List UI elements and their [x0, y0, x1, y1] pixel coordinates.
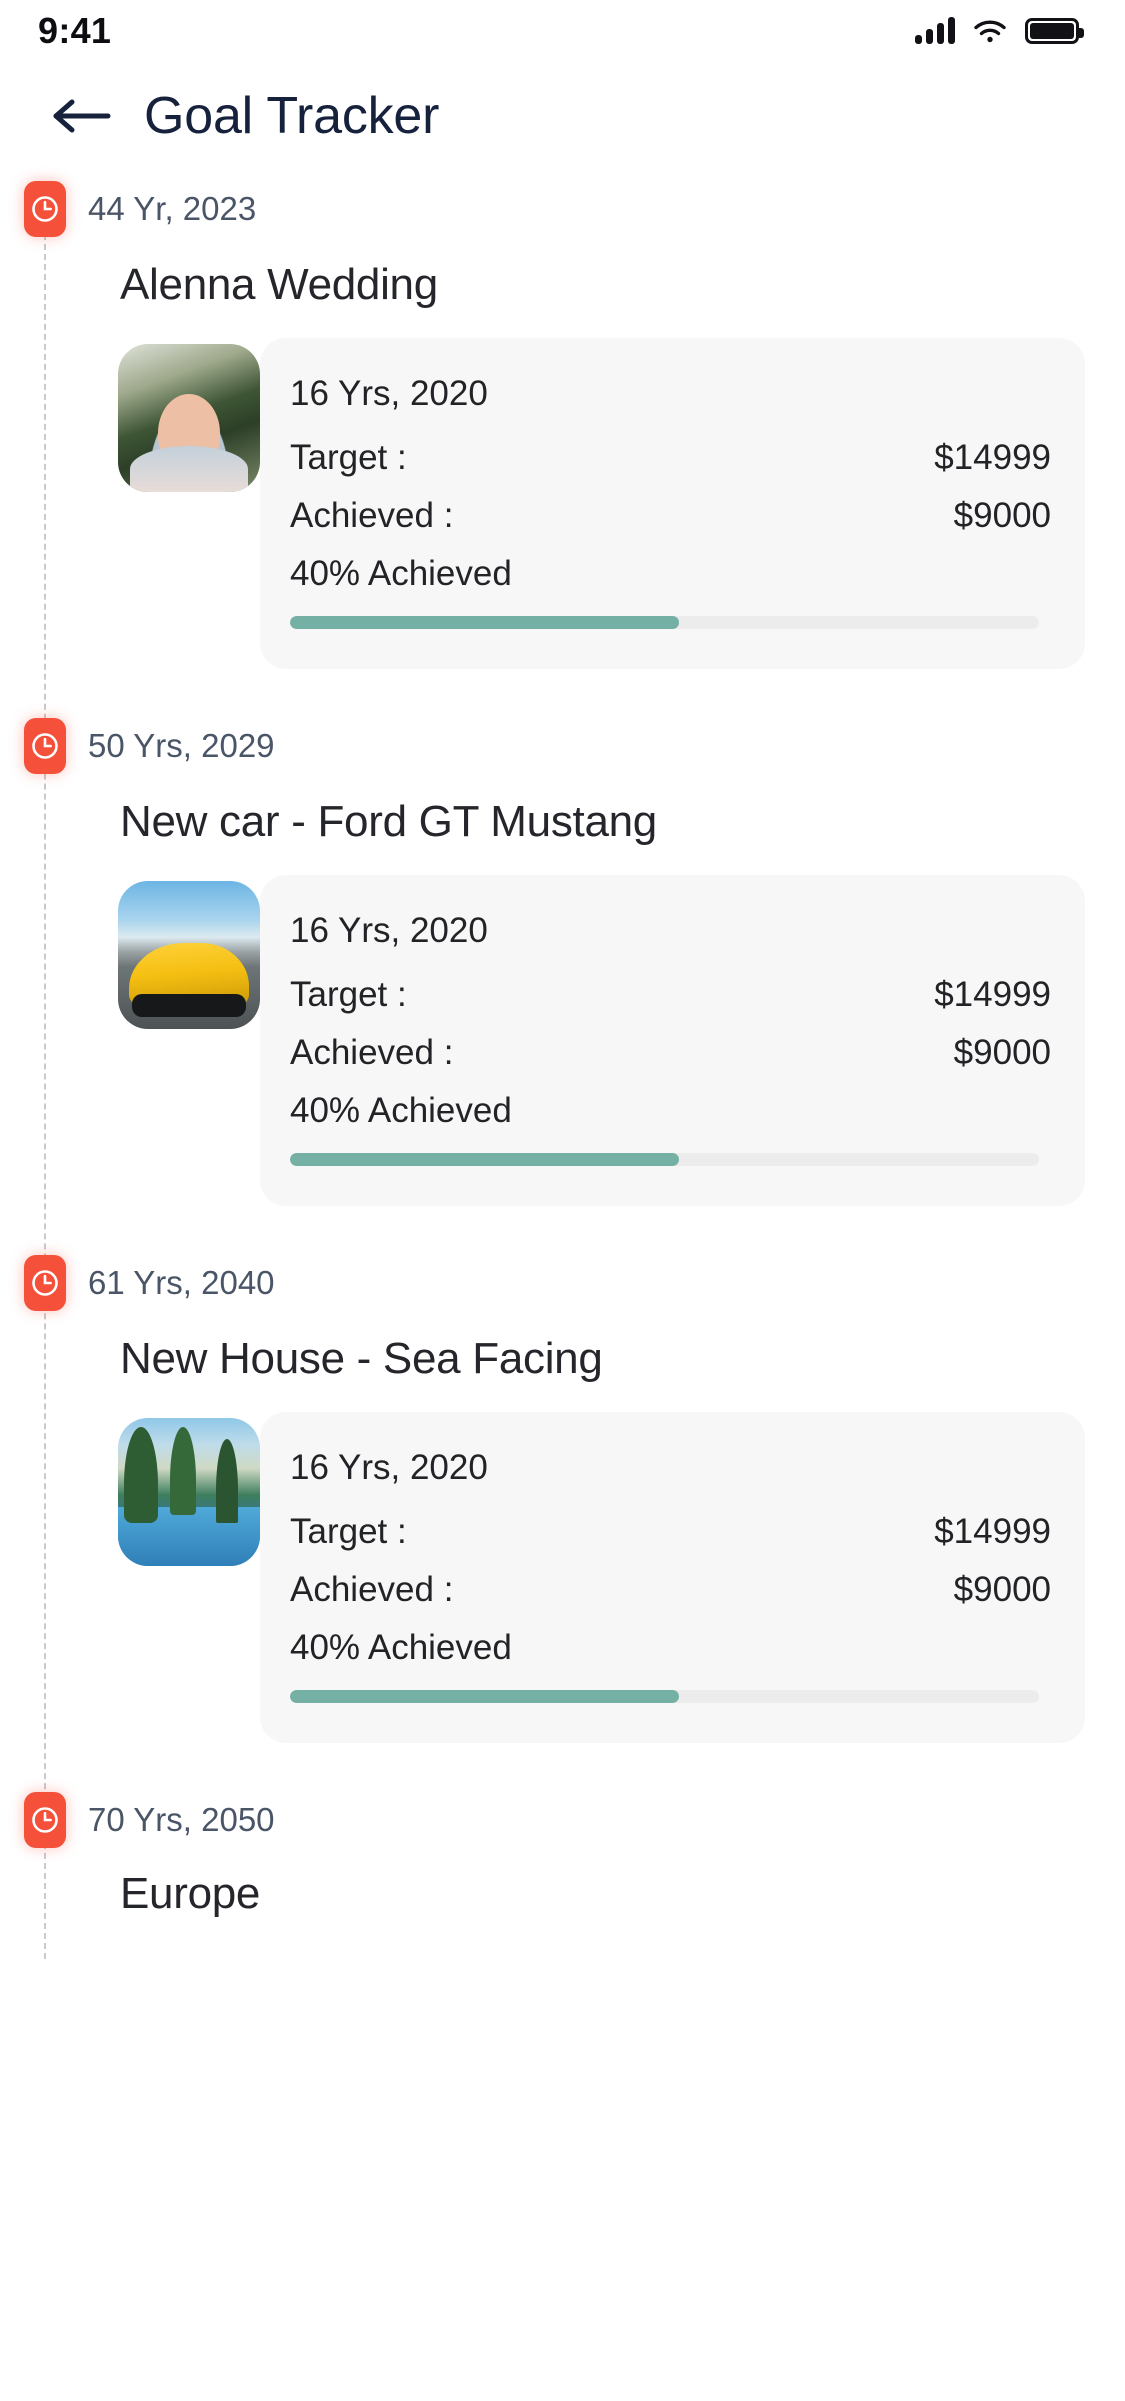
goal-card-row: 16 Yrs, 2020 Target : $14999 Achieved : … — [0, 338, 1125, 669]
achieved-value: $9000 — [953, 1033, 1051, 1072]
goal-card[interactable]: 16 Yrs, 2020 Target : $14999 Achieved : … — [260, 1412, 1085, 1743]
entry-date: 44 Yr, 2023 — [88, 190, 257, 227]
entry-date: 50 Yrs, 2029 — [88, 727, 275, 764]
goal-card[interactable]: 16 Yrs, 2020 Target : $14999 Achieved : … — [260, 875, 1085, 1206]
percent-achieved-label: 40% Achieved — [290, 1628, 512, 1667]
status-icons — [915, 17, 1084, 44]
entry-date: 70 Yrs, 2050 — [88, 1801, 275, 1838]
target-value: $14999 — [934, 1512, 1051, 1551]
timeline-entry-header: 61 Yrs, 2040 — [0, 1252, 1125, 1314]
yellow-sports-car-photo — [118, 881, 260, 1029]
progress-bar-fill — [290, 1153, 680, 1166]
progress-bar — [290, 616, 1039, 629]
achieved-value: $9000 — [953, 496, 1051, 535]
percent-achieved-label: 40% Achieved — [290, 1091, 512, 1130]
goal-card-row: 16 Yrs, 2020 Target : $14999 Achieved : … — [0, 1412, 1125, 1743]
clock-icon[interactable] — [24, 181, 66, 237]
entry-title: Alenna Wedding — [120, 260, 438, 309]
achieved-label: Achieved : — [290, 1570, 454, 1609]
timeline-entry[interactable]: 70 Yrs, 2050 Europe — [0, 1789, 1125, 1919]
target-row: Target : $14999 — [290, 975, 1051, 1015]
timeline-entry[interactable]: 61 Yrs, 2040 New House - Sea Facing 16 Y… — [0, 1252, 1125, 1743]
entry-title: Europe — [120, 1869, 261, 1918]
target-row: Target : $14999 — [290, 438, 1051, 478]
target-row: Target : $14999 — [290, 1512, 1051, 1552]
target-label: Target : — [290, 975, 407, 1014]
page-title: Goal Tracker — [144, 87, 440, 145]
battery-icon — [1025, 18, 1084, 44]
timeline-entry[interactable]: 50 Yrs, 2029 New car - Ford GT Mustang 1… — [0, 715, 1125, 1206]
achieved-value: $9000 — [953, 1570, 1051, 1609]
entry-title: New House - Sea Facing — [120, 1334, 603, 1383]
achieved-label: Achieved : — [290, 496, 454, 535]
clock-icon[interactable] — [24, 1255, 66, 1311]
progress-bar-fill — [290, 616, 680, 629]
palm-pool-resort-photo — [118, 1418, 260, 1566]
target-label: Target : — [290, 438, 407, 477]
target-value: $14999 — [934, 975, 1051, 1014]
timeline-entry-header: 44 Yr, 2023 — [0, 178, 1125, 240]
timeline-entry-header: 50 Yrs, 2029 — [0, 715, 1125, 777]
goal-card-date: 16 Yrs, 2020 — [290, 911, 488, 950]
goal-card-row: 16 Yrs, 2020 Target : $14999 Achieved : … — [0, 875, 1125, 1206]
target-label: Target : — [290, 1512, 407, 1551]
achieved-row: Achieved : $9000 — [290, 1570, 1051, 1610]
progress-bar — [290, 1153, 1039, 1166]
page-header: Goal Tracker — [0, 62, 1125, 170]
achieved-row: Achieved : $9000 — [290, 1033, 1051, 1073]
percent-achieved-label: 40% Achieved — [290, 554, 512, 593]
goal-timeline: 44 Yr, 2023 Alenna Wedding 16 Yrs, 2020 … — [0, 170, 1125, 1959]
goal-card-date: 16 Yrs, 2020 — [290, 1448, 488, 1487]
achieved-row: Achieved : $9000 — [290, 496, 1051, 536]
timeline-entry[interactable]: 44 Yr, 2023 Alenna Wedding 16 Yrs, 2020 … — [0, 178, 1125, 669]
status-bar: 9:41 — [0, 0, 1125, 62]
goal-card-date: 16 Yrs, 2020 — [290, 374, 488, 413]
arrow-left-icon[interactable] — [50, 93, 112, 139]
wifi-icon — [973, 18, 1007, 44]
clock-icon[interactable] — [24, 718, 66, 774]
status-time: 9:41 — [38, 10, 112, 51]
clock-icon[interactable] — [24, 1792, 66, 1848]
progress-bar — [290, 1690, 1039, 1703]
progress-bar-fill — [290, 1690, 680, 1703]
entry-title: New car - Ford GT Mustang — [120, 797, 657, 846]
girl-laughing-photo — [118, 344, 260, 492]
target-value: $14999 — [934, 438, 1051, 477]
entry-date: 61 Yrs, 2040 — [88, 1264, 275, 1301]
signal-icon — [915, 17, 955, 44]
achieved-label: Achieved : — [290, 1033, 454, 1072]
timeline-entry-header: 70 Yrs, 2050 — [0, 1789, 1125, 1851]
goal-card[interactable]: 16 Yrs, 2020 Target : $14999 Achieved : … — [260, 338, 1085, 669]
